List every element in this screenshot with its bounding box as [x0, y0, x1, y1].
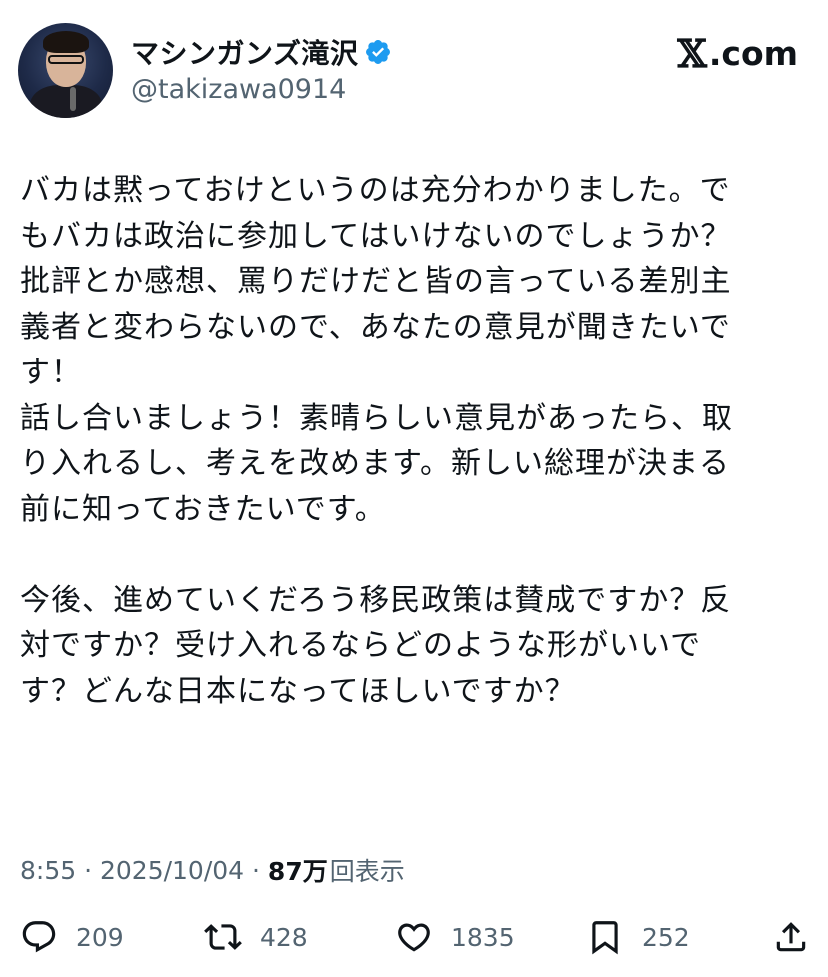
- tweet-line: す！: [20, 355, 82, 390]
- tweet-line: 批評とか感想、罵りだけだと皆の言っている差別主: [20, 264, 732, 299]
- site-logo-text: .com: [708, 34, 798, 73]
- bookmark-icon: [592, 921, 618, 955]
- share-icon: [776, 922, 806, 952]
- like-count: 1835: [451, 922, 515, 952]
- avatar-microphone: [70, 87, 76, 111]
- tweet-line: す？どんな日本になってほしいですか？: [20, 673, 576, 709]
- action-bar: 209 428 1835 252: [20, 918, 810, 964]
- user-handle[interactable]: @takizawa0914: [131, 74, 346, 105]
- avatar-glasses: [48, 55, 84, 64]
- views-label: 回表示: [329, 857, 405, 886]
- reply-count: 209: [76, 922, 124, 952]
- avatar[interactable]: [18, 23, 113, 118]
- bookmark-count: 252: [642, 922, 690, 952]
- verified-badge-icon: [366, 40, 391, 64]
- avatar-hair: [43, 31, 89, 53]
- views-count[interactable]: 87万: [268, 852, 328, 888]
- x-logo-icon: 𝕏: [677, 30, 707, 76]
- avatar-body: [30, 85, 102, 118]
- heart-icon: [398, 923, 430, 952]
- repost-count: 428: [260, 922, 308, 952]
- site-logo: 𝕏 .com: [677, 34, 798, 73]
- tweet-date[interactable]: 2025/10/04: [100, 856, 244, 885]
- reply-icon: [22, 921, 56, 953]
- name-row: マシンガンズ滝沢: [131, 32, 392, 72]
- tweet-text: バカは黙っておけというのは充分わかりました。で もバカは政治に参加してはいけない…: [20, 168, 810, 714]
- tweet-header: マシンガンズ滝沢 @takizawa0914 𝕏 .com: [18, 20, 808, 120]
- tweet-line: バカは黙っておけというのは充分わかりました。で: [20, 173, 731, 208]
- tweet-time[interactable]: 8:55: [20, 856, 76, 885]
- share-button[interactable]: [772, 918, 810, 956]
- tweet-line: もバカは政治に参加してはいけないのでしょうか？: [20, 218, 732, 254]
- tweet-line: 義者と変わらないので、あなたの意見が聞きたいで: [20, 309, 731, 345]
- tweet-line: り入れるし、考えを改めます。新しい総理が決まる: [20, 446, 730, 481]
- bookmark-button[interactable]: 252: [586, 918, 690, 956]
- tweet-line: 対ですか？受け入れるならどのような形がいいで: [20, 628, 702, 663]
- repost-button[interactable]: 428: [204, 918, 308, 956]
- repost-icon: [204, 924, 242, 950]
- like-button[interactable]: 1835: [395, 918, 515, 956]
- tweet-line: 今後、進めていくだろう移民政策は賛成ですか？反: [20, 582, 732, 618]
- tweet-meta: 8:55 · 2025/10/04 · 87万 回表示: [20, 852, 405, 888]
- meta-separator: ·: [244, 855, 268, 885]
- reply-button[interactable]: 209: [20, 918, 124, 956]
- tweet-line: 話し合いましょう！素晴らしい意見があったら、取: [20, 400, 733, 436]
- meta-separator: ·: [76, 855, 100, 885]
- display-name[interactable]: マシンガンズ滝沢: [131, 32, 358, 72]
- tweet-line: 前に知っておきたいです。: [20, 491, 386, 527]
